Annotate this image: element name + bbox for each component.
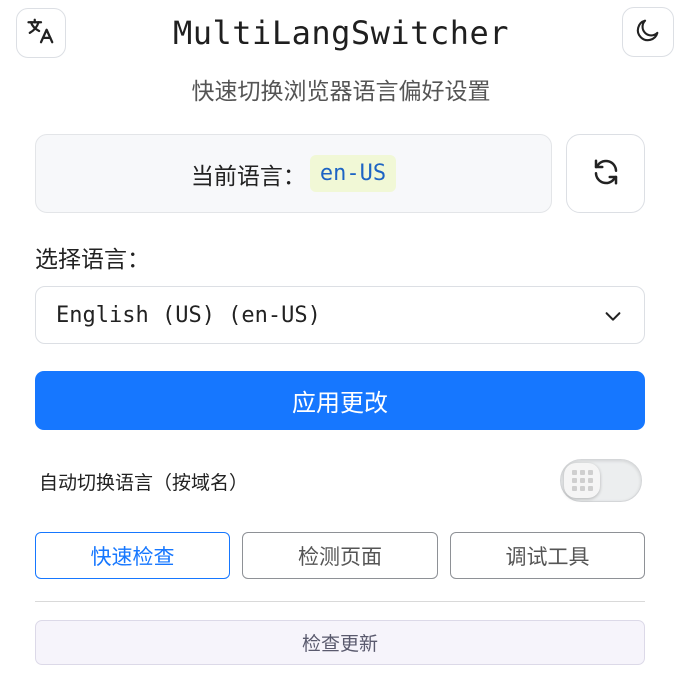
divider [35, 601, 645, 602]
language-select[interactable]: English (US) (en-US) [35, 286, 645, 344]
auto-switch-toggle[interactable] [560, 459, 642, 502]
current-language-panel: 当前语言： en-US [35, 134, 552, 213]
refresh-icon [591, 157, 621, 191]
language-select-value: English (US) (en-US) [56, 302, 321, 328]
chevron-down-icon [602, 305, 624, 333]
app-title: MultiLangSwitcher [172, 14, 509, 52]
app-subtitle: 快速切换浏览器语言偏好设置 [191, 79, 491, 105]
refresh-button[interactable] [566, 134, 645, 213]
debug-tools-button[interactable]: 调试工具 [450, 532, 645, 579]
current-language-label: 当前语言： [190, 163, 306, 190]
auto-switch-label: 自动切换语言（按域名） [39, 472, 249, 494]
moon-icon [634, 16, 662, 48]
current-language-code: en-US [309, 155, 397, 192]
toggle-knob [564, 463, 600, 498]
select-language-label: 选择语言： [35, 247, 150, 273]
detect-page-button[interactable]: 检测页面 [242, 532, 438, 579]
quick-check-button[interactable]: 快速检查 [35, 532, 230, 579]
theme-toggle-button[interactable] [622, 7, 674, 57]
check-updates-button[interactable]: 检查更新 [35, 620, 645, 665]
apply-changes-button[interactable]: 应用更改 [35, 371, 645, 430]
